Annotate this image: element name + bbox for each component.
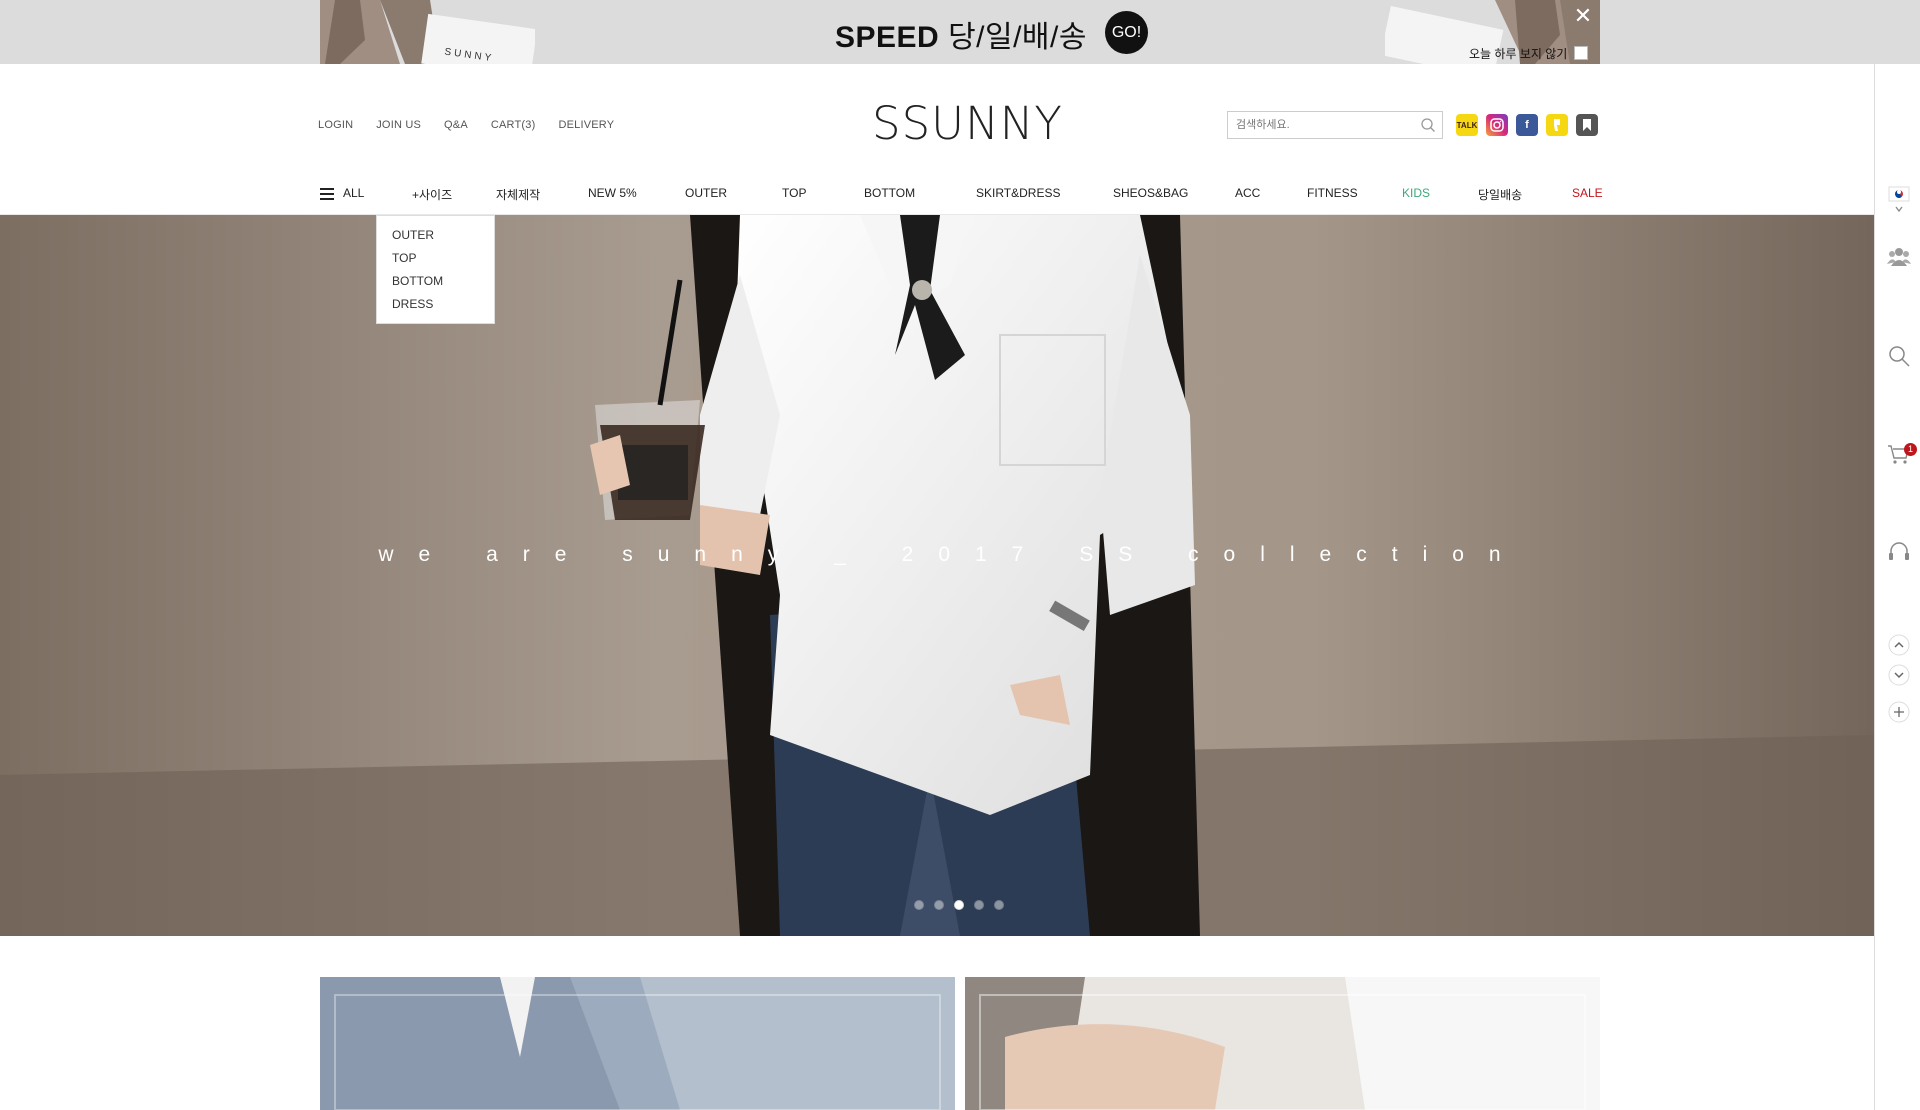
dropdown-item-bottom[interactable]: BOTTOM — [392, 274, 494, 297]
banner-right[interactable] — [965, 977, 1600, 1110]
promo-title: SPEED 당/일/배/송 — [835, 12, 1087, 56]
slider-dot[interactable] — [994, 900, 1004, 910]
search-box — [1227, 111, 1443, 139]
search-icon[interactable] — [1420, 117, 1436, 133]
hero-slider[interactable]: we are sunny _ 2017 SS collection — [0, 215, 1874, 936]
site-logo[interactable]: SSUNNY — [872, 97, 1063, 150]
kakaotalk-icon[interactable]: TALK — [1456, 114, 1478, 136]
promo-go-button[interactable]: GO! — [1105, 11, 1148, 54]
nav-item-acc[interactable]: ACC — [1235, 186, 1260, 200]
nav-item-skirt-dress[interactable]: SKIRT&DRESS — [976, 186, 1060, 200]
nav-item-own-made[interactable]: 자체제작 — [496, 186, 540, 203]
delivery-link[interactable]: DELIVERY — [558, 119, 614, 131]
hero-caption: we are sunny _ 2017 SS collection — [378, 543, 1526, 566]
dropdown-item-top[interactable]: TOP — [392, 251, 494, 274]
nav-item-bottom[interactable]: BOTTOM — [864, 186, 915, 200]
cart-link[interactable]: CART(3) — [491, 119, 536, 131]
util-links: LOGIN JOIN US Q&A CART(3) DELIVERY — [318, 119, 614, 131]
customer-service-icon[interactable] — [1887, 540, 1911, 564]
hero-image — [0, 215, 1874, 936]
dropdown-item-dress[interactable]: DRESS — [392, 297, 494, 320]
facebook-icon[interactable]: f — [1516, 114, 1538, 136]
login-link[interactable]: LOGIN — [318, 119, 353, 131]
bookmark-icon[interactable] — [1576, 114, 1598, 136]
promo-decoration-left: SUNNY — [320, 0, 535, 64]
kakaostory-icon[interactable] — [1546, 114, 1568, 136]
promo-banner[interactable]: SUNNY SPEED 당/일/배/송 GO! ✕ 오늘 하루 보지 않기 — [0, 0, 1920, 64]
slider-dot[interactable] — [914, 900, 924, 910]
scroll-up-icon[interactable] — [1887, 633, 1911, 657]
promo-close-icon[interactable]: ✕ — [1571, 4, 1595, 28]
nav-item-shoes-bag[interactable]: SHEOS&BAG — [1113, 186, 1188, 200]
korea-flag-icon[interactable] — [1887, 182, 1911, 206]
search-input[interactable] — [1228, 112, 1408, 138]
qna-link[interactable]: Q&A — [444, 119, 468, 131]
slider-dots — [914, 900, 1004, 910]
plus-icon[interactable] — [1887, 700, 1911, 724]
slider-dot-active[interactable] — [954, 900, 964, 910]
nav-item-fitness[interactable]: FITNESS — [1307, 186, 1358, 200]
chevron-down-icon[interactable] — [1887, 204, 1911, 216]
nav-item-top[interactable]: TOP — [782, 186, 806, 200]
slider-dot[interactable] — [934, 900, 944, 910]
promo-title-kr: 당/일/배/송 — [948, 21, 1087, 54]
nav-item-size[interactable]: +사이즈 — [412, 186, 452, 203]
dropdown-item-outer[interactable]: OUTER — [392, 228, 494, 251]
size-dropdown-menu: OUTER TOP BOTTOM DRESS — [376, 215, 495, 324]
banner-left[interactable] — [320, 977, 955, 1110]
banner-right-image — [965, 977, 1600, 1110]
sns-links: TALK f — [1456, 114, 1598, 136]
scroll-down-icon[interactable] — [1887, 663, 1911, 687]
nav-item-sale[interactable]: SALE — [1572, 186, 1603, 200]
hamburger-icon[interactable] — [320, 188, 334, 200]
community-icon[interactable] — [1887, 244, 1911, 268]
nav-item-same-day[interactable]: 당일배송 — [1478, 186, 1522, 203]
page: SUNNY SPEED 당/일/배/송 GO! ✕ 오늘 하루 보지 않기 LO… — [0, 0, 1920, 1110]
nav-item-new[interactable]: NEW 5% — [588, 186, 637, 200]
nav-item-all[interactable]: ALL — [343, 186, 364, 200]
cart-badge: 1 — [1904, 443, 1917, 456]
instagram-icon[interactable] — [1486, 114, 1508, 136]
promo-hide-today-checkbox[interactable] — [1574, 46, 1588, 60]
nav-item-kids[interactable]: KIDS — [1402, 186, 1430, 200]
main-nav: ALL +사이즈 자체제작 NEW 5% OUTER TOP BOTTOM SK… — [318, 186, 1603, 212]
quick-sidebar: 1 — [1874, 64, 1920, 1110]
promo-hide-today-label: 오늘 하루 보지 않기 — [1469, 47, 1568, 61]
join-link[interactable]: JOIN US — [376, 119, 421, 131]
banner-left-image — [320, 977, 955, 1110]
promo-title-en: SPEED — [835, 21, 940, 54]
search-icon[interactable] — [1887, 344, 1911, 368]
slider-dot[interactable] — [974, 900, 984, 910]
nav-item-outer[interactable]: OUTER — [685, 186, 727, 200]
